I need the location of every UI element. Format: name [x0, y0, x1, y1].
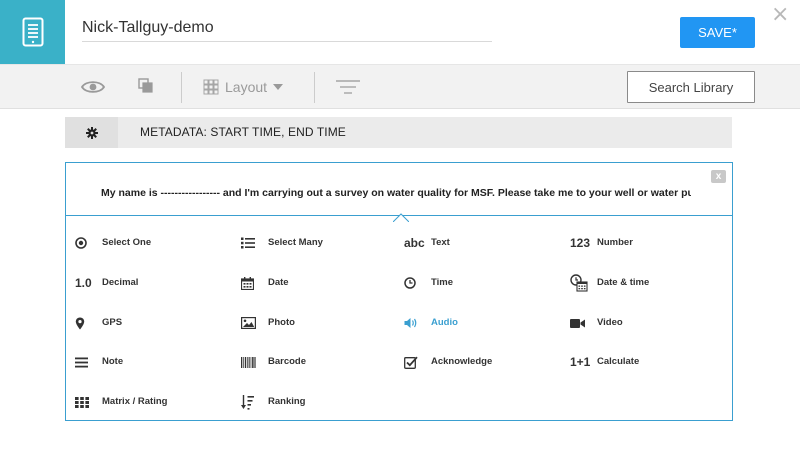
note-lines-icon — [75, 350, 97, 374]
type-label: Video — [597, 317, 623, 328]
barcode-icon — [241, 350, 263, 374]
type-label: Select One — [102, 237, 152, 248]
caret-up-icon — [392, 209, 410, 223]
toolbar-divider — [314, 72, 315, 103]
type-label: Number — [597, 237, 633, 248]
group-questions-icon[interactable] — [137, 77, 155, 95]
search-library-button[interactable]: Search Library — [627, 71, 755, 103]
form-title-input[interactable] — [82, 14, 492, 42]
type-label: Date — [268, 277, 289, 288]
metadata-label: METADATA: START TIME, END TIME — [140, 125, 346, 139]
type-label: Photo — [268, 317, 295, 328]
metadata-bar[interactable]: METADATA: START TIME, END TIME — [65, 117, 732, 148]
check-square-icon — [404, 350, 426, 374]
type-label: Audio — [431, 317, 458, 328]
radio-icon — [75, 231, 97, 255]
grid-icon — [75, 390, 97, 414]
image-icon — [241, 311, 263, 335]
question-label[interactable]: My name is ----------------- and I'm car… — [101, 187, 691, 199]
datetime-icon — [570, 271, 592, 295]
layout-dropdown[interactable]: Layout — [203, 75, 284, 99]
tablet-form-icon — [22, 17, 43, 47]
close-question-icon[interactable]: x — [711, 170, 726, 183]
layout-label: Layout — [225, 79, 268, 95]
type-label: Time — [431, 277, 454, 288]
toolbar: Layout Search Library — [0, 64, 800, 109]
type-label: Barcode — [268, 356, 307, 367]
clock-icon — [404, 271, 426, 295]
type-label: Acknowledge — [431, 356, 493, 367]
type-label: Calculate — [597, 356, 640, 367]
type-label: Date & time — [597, 277, 650, 288]
type-label: GPS — [102, 317, 123, 328]
type-label: Note — [102, 356, 124, 367]
text-icon: abc — [404, 236, 425, 250]
preview-eye-icon[interactable] — [80, 76, 106, 98]
video-camera-icon — [570, 311, 592, 335]
map-pin-icon — [75, 311, 97, 335]
volume-icon — [404, 311, 426, 335]
settings-gear-icon[interactable] — [65, 117, 118, 148]
save-button[interactable]: SAVE* — [680, 17, 755, 48]
decimal-icon: 1.0 — [75, 276, 92, 290]
header: SAVE* × — [0, 0, 800, 64]
toolbar-divider — [181, 72, 182, 103]
sort-icon — [241, 390, 263, 414]
type-label: Matrix / Rating — [102, 396, 168, 407]
list-icon — [241, 231, 263, 255]
question-type-panel: My name is ----------------- and I'm car… — [65, 162, 733, 421]
number-icon: 123 — [570, 236, 591, 250]
filter-lines-icon[interactable] — [335, 77, 361, 97]
calendar-icon — [241, 271, 263, 295]
type-label: Ranking — [268, 396, 306, 407]
calculate-icon: 1+1 — [570, 355, 591, 369]
chevron-down-icon — [273, 84, 284, 90]
form-app-icon[interactable] — [0, 0, 65, 64]
type-label: Text — [431, 237, 450, 248]
layout-grid-icon — [203, 79, 219, 95]
type-label: Decimal — [102, 277, 139, 288]
type-label: Select Many — [268, 237, 323, 248]
close-icon[interactable]: × — [771, 4, 789, 26]
